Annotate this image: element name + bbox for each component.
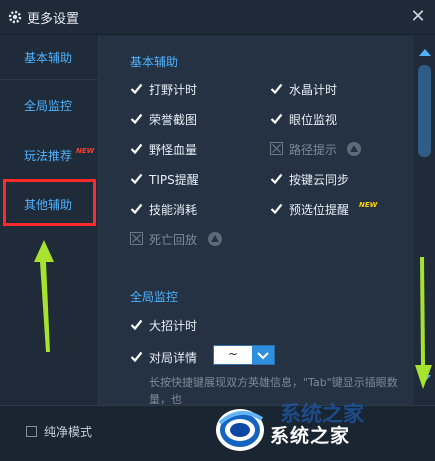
info-icon[interactable] <box>347 142 361 156</box>
sidebar-item-recommend[interactable]: 玩法推荐 NEW <box>0 133 98 177</box>
sidebar-item-basic[interactable]: 基本辅助 <box>0 35 98 80</box>
checkbox-checked-icon[interactable] <box>130 318 143 331</box>
checkbox-checked-icon[interactable] <box>130 350 143 363</box>
checkbox-checked-icon[interactable] <box>130 202 143 215</box>
option-label: 死亡回放 <box>149 233 198 247</box>
checkbox-checked-icon[interactable] <box>130 142 143 155</box>
option-label: TIPS提醒 <box>149 173 199 187</box>
option-label: 按键云同步 <box>289 173 350 187</box>
window-title: 更多设置 <box>27 12 80 27</box>
scroll-thumb[interactable] <box>418 65 431 157</box>
pure-mode-label: 纯净模式 <box>44 425 93 439</box>
option-label: 技能消耗 <box>149 203 198 217</box>
option-label: 水晶计时 <box>289 83 338 97</box>
sidebar-item-global[interactable]: 全局监控 <box>0 83 98 127</box>
option-label: 路径提示 <box>289 143 338 157</box>
option-label: 对局详情 <box>149 351 198 365</box>
option-label: 野怪血量 <box>149 143 198 157</box>
new-badge: NEW <box>76 147 95 155</box>
checkbox-checked-icon[interactable] <box>130 172 143 185</box>
sidebar-item-label: 玩法推荐 <box>24 149 73 163</box>
checkbox-checked-icon[interactable] <box>130 112 143 125</box>
watermark: 系统之家 系统之家 <box>210 397 435 460</box>
gear-icon <box>8 10 22 24</box>
section-title-global: 全局监控 <box>130 290 179 304</box>
sidebar-item-label: 基本辅助 <box>24 51 73 65</box>
annotation-arrow-up <box>34 240 54 352</box>
option-label: 预选位提醒 <box>289 203 350 217</box>
highlight-box <box>3 179 96 226</box>
match-detail-select[interactable]: ~ <box>213 345 275 365</box>
scroll-up-icon[interactable] <box>419 49 431 56</box>
chevron-down-icon[interactable] <box>252 346 274 364</box>
checkbox-disabled-icon <box>270 142 283 155</box>
option-label: 荣誉截图 <box>149 113 198 127</box>
option-label: 眼位监视 <box>289 113 338 127</box>
watermark-text: 系统之家 <box>270 425 351 447</box>
info-icon[interactable] <box>208 232 222 246</box>
pure-mode-checkbox[interactable] <box>26 426 37 437</box>
option-label: 大招计时 <box>149 319 198 333</box>
sidebar-item-label: 全局监控 <box>24 99 73 113</box>
select-value: ~ <box>228 347 239 361</box>
watermark-logo-icon <box>216 409 264 451</box>
checkbox-checked-icon[interactable] <box>270 112 283 125</box>
checkbox-checked-icon[interactable] <box>270 202 283 215</box>
annotation-arrow-down <box>415 257 432 389</box>
checkbox-checked-icon[interactable] <box>270 172 283 185</box>
section-title-basic: 基本辅助 <box>130 55 179 69</box>
checkbox-disabled-icon <box>130 232 143 245</box>
checkbox-checked-icon[interactable] <box>270 82 283 95</box>
close-icon[interactable]: ✕ <box>409 8 427 26</box>
checkbox-checked-icon[interactable] <box>130 82 143 95</box>
title-bar: 更多设置 ✕ <box>0 0 435 35</box>
option-label: 打野计时 <box>149 83 198 97</box>
new-badge: NEW <box>359 201 378 209</box>
